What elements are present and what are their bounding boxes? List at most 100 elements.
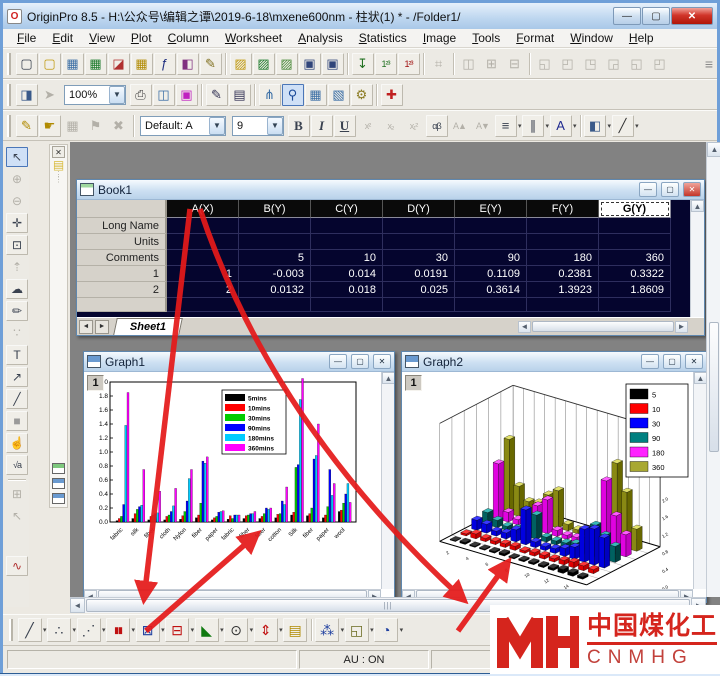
graph2-window[interactable]: Graph2 — ▢ ✕ 1 24681012140.00.40.81.21.6… — [401, 351, 707, 603]
graph2-close-button[interactable]: ✕ — [685, 354, 703, 369]
graph2-layer-button[interactable]: 1 — [405, 375, 422, 391]
data-cell[interactable]: 10 — [311, 250, 383, 266]
menu-analysis[interactable]: Analysis — [290, 30, 351, 46]
save-project[interactable]: ▣ — [299, 53, 321, 75]
title-bar[interactable]: O OriginPro 8.5 - H:\公众号\编辑之谭\2019-6-18\… — [3, 3, 717, 29]
font-size-combobox-dropdown-button[interactable]: ▼ — [267, 117, 283, 135]
template-library[interactable]: ▤ — [283, 618, 307, 642]
annotation-pencil[interactable]: ✎ — [16, 115, 38, 137]
distribute-dropdown[interactable]: ∥ — [522, 115, 544, 137]
code-builder[interactable]: ⚙ — [351, 84, 373, 106]
data-cell[interactable] — [167, 250, 239, 266]
data-mask-tool[interactable]: ☁ — [6, 279, 28, 299]
line-color-dropdown-caret[interactable]: ▾ — [635, 122, 639, 130]
line-color[interactable]: ╱ — [612, 115, 634, 137]
pointer-tool[interactable]: ↖ — [6, 147, 28, 167]
column-header-e[interactable]: E(Y) — [455, 200, 527, 218]
data-cell[interactable] — [383, 234, 455, 250]
new-notes[interactable]: ✎ — [200, 53, 222, 75]
new-function[interactable]: ƒ — [154, 53, 176, 75]
data-cell[interactable]: 1 — [167, 266, 239, 282]
menu-plot[interactable]: Plot — [123, 30, 160, 46]
italic[interactable]: I — [311, 115, 333, 137]
book1-minimize-button[interactable]: — — [639, 182, 657, 197]
3d-surface-plot[interactable]: ◱ — [345, 618, 369, 642]
minimize-button[interactable]: — — [613, 7, 641, 25]
open-template[interactable]: ▨ — [276, 53, 298, 75]
new-workbook[interactable]: ▦ — [62, 53, 84, 75]
sheet-prev-button[interactable]: ◄ — [79, 320, 93, 334]
project-explorer-close-button[interactable]: ✕ — [52, 146, 65, 158]
font-combobox-dropdown-button[interactable]: ▼ — [209, 117, 225, 135]
data-cell[interactable] — [167, 234, 239, 250]
font-color-dropdown-caret[interactable]: ▾ — [573, 122, 577, 130]
data-cell[interactable]: 1.3923 — [527, 282, 599, 298]
data-cell[interactable]: 90 — [455, 250, 527, 266]
menu-view[interactable]: View — [81, 30, 123, 46]
stock-chart[interactable]: ⇕ — [254, 618, 278, 642]
data-cell[interactable]: 0.3322 — [599, 266, 671, 282]
line-tool[interactable]: ╱ — [6, 389, 28, 409]
graph1-close-button[interactable]: ✕ — [373, 354, 391, 369]
graph2-page[interactable]: 1 24681012140.00.40.81.21.62.05103090180… — [402, 372, 706, 602]
row-header[interactable]: Comments — [77, 250, 167, 266]
menu-worksheet[interactable]: Worksheet — [217, 30, 290, 46]
data-cell[interactable]: 0.0191 — [383, 266, 455, 282]
data-cell[interactable] — [599, 234, 671, 250]
duplicate-window[interactable]: ◨ — [16, 84, 38, 106]
command-window[interactable]: ▧ — [328, 84, 350, 106]
polar-plot[interactable]: ⊙ — [224, 618, 248, 642]
corner-cell[interactable] — [77, 200, 167, 218]
column-header-b[interactable]: B(Y) — [239, 200, 311, 218]
open-excel[interactable]: ▨ — [253, 53, 275, 75]
3d-pie-chart[interactable]: ◔ — [374, 618, 398, 642]
data-cell[interactable] — [599, 218, 671, 234]
data-cell[interactable]: 0.018 — [311, 282, 383, 298]
data-cell[interactable] — [311, 218, 383, 234]
graph1-window[interactable]: Graph1 — ▢ ✕ 1 0.00.20.40.60.81.01.21.41… — [83, 351, 395, 603]
column-plot[interactable]: ▮▮ — [106, 618, 130, 642]
book1-restore-button[interactable]: ▢ — [661, 182, 679, 197]
add-new-columns[interactable]: ✚ — [381, 84, 403, 106]
graph2-restore-button[interactable]: ▢ — [663, 354, 681, 369]
data-cell[interactable] — [239, 218, 311, 234]
stock-chart-dropdown-caret[interactable]: ▾ — [279, 626, 283, 634]
font-combobox[interactable]: Default: A▼ — [140, 116, 226, 136]
print-preview[interactable]: ◫ — [153, 84, 175, 106]
print[interactable]: ⎙ — [130, 84, 152, 106]
new-layout[interactable]: ◧ — [177, 53, 199, 75]
rectangle-tool[interactable]: ■ — [6, 411, 28, 431]
menu-file[interactable]: File — [9, 30, 44, 46]
3d-scatter-plot[interactable]: ⁂ — [315, 618, 339, 642]
menu-edit[interactable]: Edit — [44, 30, 81, 46]
data-cell[interactable]: 0.3614 — [455, 282, 527, 298]
new-script-window[interactable]: ✎ — [206, 84, 228, 106]
data-cell[interactable]: 1.8609 — [599, 282, 671, 298]
open[interactable]: ▨ — [230, 53, 252, 75]
data-selector-tool[interactable]: ⊡ — [6, 235, 28, 255]
graph2-minimize-button[interactable]: — — [641, 354, 659, 369]
draw-data-tool[interactable]: ✏ — [6, 301, 28, 321]
data-cell[interactable]: -0.003 — [239, 266, 311, 282]
zoom-combobox-dropdown-button[interactable]: ▼ — [109, 86, 125, 104]
underline[interactable]: U — [334, 115, 356, 137]
book1-window[interactable]: Book1 — ▢ ✕ A(X)B(Y)C(Y)D(Y)E(Y)F(Y)G(Y)… — [76, 179, 705, 336]
worksheet-grid[interactable]: A(X)B(Y)C(Y)D(Y)E(Y)F(Y)G(Y)Long NameUni… — [77, 200, 690, 317]
equation-tool[interactable]: √a — [6, 455, 28, 475]
new-matrix[interactable]: ▦ — [131, 53, 153, 75]
menu-statistics[interactable]: Statistics — [351, 30, 415, 46]
graph-enlarger-tool[interactable]: ∿ — [6, 556, 28, 576]
row-header[interactable]: 1 — [77, 266, 167, 282]
data-cell[interactable]: 0.025 — [383, 282, 455, 298]
data-cell[interactable]: 0.1109 — [455, 266, 527, 282]
data-cell[interactable] — [455, 234, 527, 250]
data-cell[interactable]: 0.014 — [311, 266, 383, 282]
graph2-title-bar[interactable]: Graph2 — ▢ ✕ — [402, 352, 706, 372]
close-button[interactable]: ✕ — [671, 7, 713, 25]
data-cell[interactable]: 180 — [527, 250, 599, 266]
project-explorer-toggle[interactable]: ⋔ — [259, 84, 281, 106]
data-cell[interactable] — [527, 234, 599, 250]
font-size-combobox[interactable]: 9▼ — [232, 116, 284, 136]
save-window[interactable]: ▣ — [322, 53, 344, 75]
graph1-minimize-button[interactable]: — — [329, 354, 347, 369]
